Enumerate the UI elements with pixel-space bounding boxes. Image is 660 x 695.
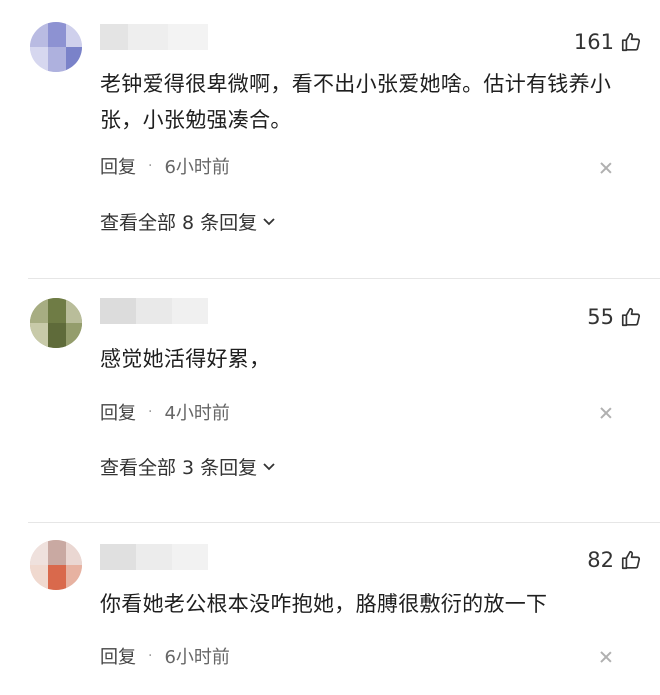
reply-button[interactable]: 回复	[100, 399, 136, 425]
comment-meta: 回复 · 6小时前	[100, 153, 230, 179]
like-count: 161	[573, 30, 614, 54]
like-counter[interactable]: 82	[587, 548, 642, 572]
divider	[28, 522, 660, 523]
chevron-down-icon	[263, 217, 275, 225]
comment-text: 老钟爱得很卑微啊，看不出小张爱她啥。估计有钱养小张，小张勉强凑合。	[100, 72, 612, 132]
avatar[interactable]	[30, 540, 82, 590]
thumb-up-icon[interactable]	[620, 31, 642, 53]
meta-separator: ·	[148, 404, 153, 420]
view-all-replies-button[interactable]: 查看全部 8 条回复	[100, 208, 276, 235]
close-icon[interactable]	[600, 651, 612, 663]
avatar[interactable]	[30, 298, 82, 348]
view-all-label: 查看全部 3 条回复	[100, 457, 258, 479]
view-all-label: 查看全部 8 条回复	[100, 212, 258, 234]
meta-separator: ·	[148, 158, 153, 174]
like-count: 55	[587, 305, 614, 329]
divider	[28, 278, 660, 279]
thumb-up-icon[interactable]	[620, 306, 642, 328]
comment-text: 感觉她活得好累，	[100, 347, 271, 371]
reply-button[interactable]: 回复	[100, 153, 136, 179]
meta-separator: ·	[148, 648, 153, 664]
comment-text: 你看她老公根本没咋抱她，胳膊很敷衍的放一下	[100, 592, 548, 616]
username-blurred[interactable]	[100, 544, 208, 570]
chevron-down-icon	[263, 462, 275, 470]
like-counter[interactable]: 55	[587, 305, 642, 329]
comment-time: 4小时前	[164, 403, 230, 424]
username-blurred[interactable]	[100, 298, 208, 324]
comment-time: 6小时前	[164, 157, 230, 178]
avatar[interactable]	[30, 22, 82, 72]
reply-button[interactable]: 回复	[100, 643, 136, 669]
like-count: 82	[587, 548, 614, 572]
username-blurred[interactable]	[100, 24, 208, 50]
thumb-up-icon[interactable]	[620, 549, 642, 571]
comment-meta: 回复 · 4小时前	[100, 399, 230, 425]
comment-time: 6小时前	[164, 647, 230, 668]
close-icon[interactable]	[600, 162, 612, 174]
close-icon[interactable]	[600, 407, 612, 419]
comment-meta: 回复 · 6小时前	[100, 643, 230, 669]
view-all-replies-button[interactable]: 查看全部 3 条回复	[100, 453, 276, 480]
like-counter[interactable]: 161	[574, 30, 642, 54]
